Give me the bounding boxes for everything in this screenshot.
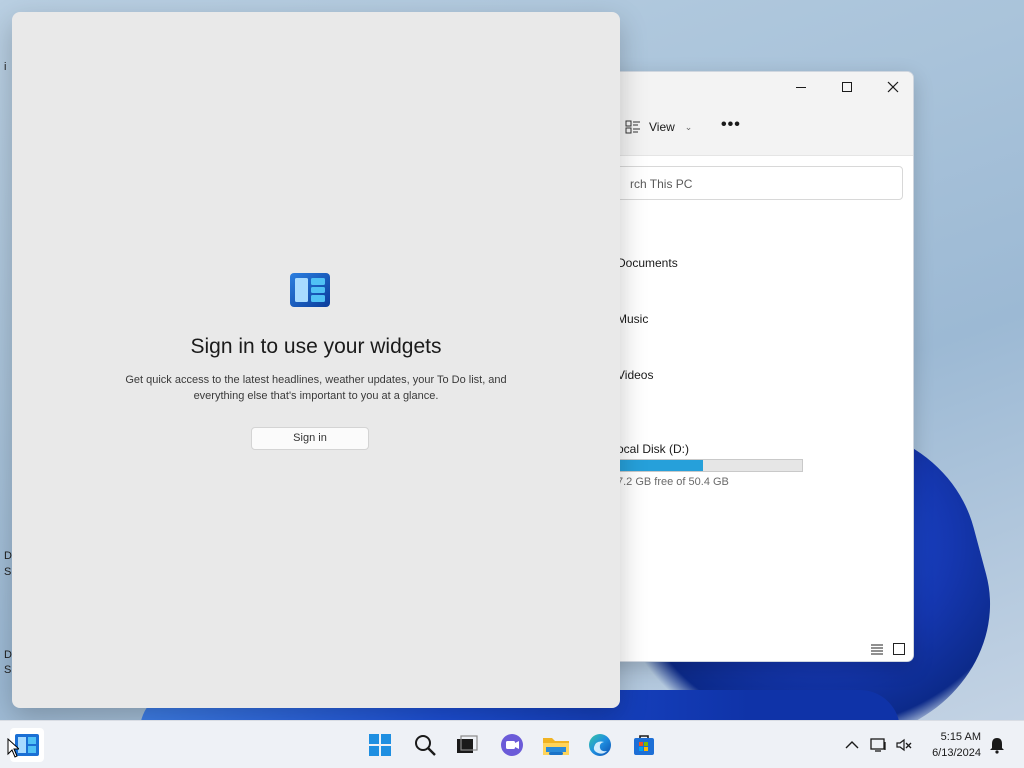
desktop-icon-fragment: S xyxy=(4,566,12,578)
chevron-down-icon: ⌄ xyxy=(684,121,693,132)
search-icon xyxy=(415,735,436,756)
notifications-button[interactable] xyxy=(986,721,1008,768)
tiles-view-icon[interactable] xyxy=(893,643,905,655)
edge-icon xyxy=(589,734,611,756)
maximize-button[interactable] xyxy=(824,72,870,102)
list-item-videos[interactable]: Videos xyxy=(617,368,653,382)
widgets-title: Sign in to use your widgets xyxy=(190,335,442,358)
active-indicator xyxy=(549,752,563,755)
taskbar: 5:15 AM 6/13/2024 xyxy=(0,720,1024,768)
desktop-icon-fragment: D xyxy=(4,649,12,661)
drive-name: ocal Disk (D:) xyxy=(617,442,690,456)
drive-usage-bar xyxy=(617,459,803,472)
view-label: View xyxy=(649,120,675,134)
desktop-icon-fragment: D xyxy=(4,550,12,562)
close-icon xyxy=(887,81,899,93)
see-more-button[interactable]: ••• xyxy=(721,116,741,134)
show-hidden-icons-button[interactable] xyxy=(842,721,862,768)
widgets-logo-icon xyxy=(290,273,330,307)
sign-in-button[interactable]: Sign in xyxy=(251,427,369,450)
store-icon xyxy=(634,735,654,755)
list-item-documents[interactable]: Documents xyxy=(617,256,678,270)
start-icon xyxy=(369,734,391,756)
widgets-description: Get quick access to the latest headlines… xyxy=(125,374,507,402)
view-toggles xyxy=(871,643,905,655)
minimize-button[interactable] xyxy=(778,72,824,102)
drive-item[interactable]: ocal Disk (D:) 7.2 GB free of 50.4 GB xyxy=(617,442,803,488)
widgets-panel: Sign in to use your widgets Get quick ac… xyxy=(12,12,620,708)
store-button[interactable] xyxy=(628,729,660,761)
minimize-icon xyxy=(796,87,806,88)
start-button[interactable] xyxy=(364,729,396,761)
desktop-icon-fragment: S xyxy=(4,664,12,676)
task-view-button[interactable] xyxy=(451,729,483,761)
desktop-icon-fragment: i xyxy=(4,61,7,73)
chevron-up-icon xyxy=(845,741,859,749)
mouse-cursor-icon xyxy=(7,738,19,758)
view-layout-icon xyxy=(625,120,640,134)
file-explorer-button[interactable] xyxy=(540,729,572,761)
chat-button[interactable] xyxy=(496,729,528,761)
search-input[interactable]: rch This PC xyxy=(591,166,903,200)
volume-button[interactable] xyxy=(893,721,915,768)
close-button[interactable] xyxy=(870,72,913,102)
drive-free-space: 7.2 GB free of 50.4 GB xyxy=(617,476,729,488)
list-item-music[interactable]: Music xyxy=(617,312,648,326)
drive-usage-fill xyxy=(618,460,703,471)
notification-bell-icon xyxy=(990,738,1004,754)
details-view-icon[interactable] xyxy=(871,643,883,655)
view-button[interactable]: View ⌄ xyxy=(625,120,692,134)
system-clock[interactable]: 5:15 AM 6/13/2024 xyxy=(932,729,981,761)
teams-chat-icon xyxy=(501,734,523,756)
clock-date: 6/13/2024 xyxy=(932,747,981,759)
search-button[interactable] xyxy=(409,729,441,761)
edge-button[interactable] xyxy=(584,729,616,761)
volume-muted-icon xyxy=(896,738,912,752)
network-icon xyxy=(870,738,886,752)
network-button[interactable] xyxy=(868,721,890,768)
clock-time: 5:15 AM xyxy=(940,731,981,743)
task-view-icon xyxy=(457,735,478,753)
maximize-icon xyxy=(842,82,852,92)
